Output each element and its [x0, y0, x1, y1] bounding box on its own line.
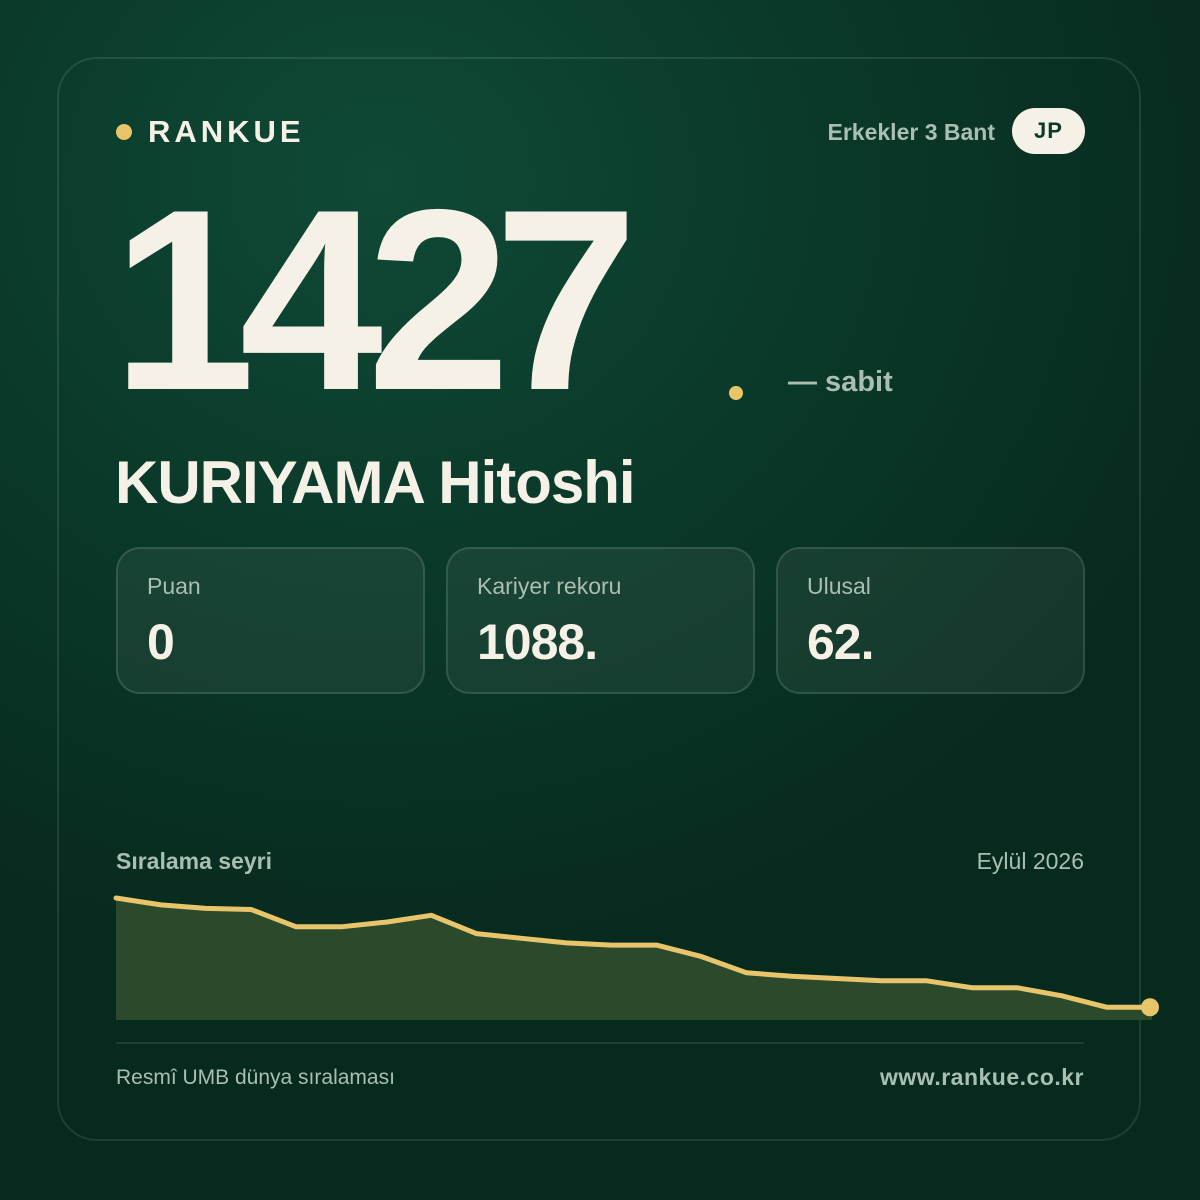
rank-number: 1427 [112, 155, 638, 444]
stat-label: Ulusal [807, 573, 871, 599]
stat-value: 0 [147, 614, 175, 670]
country-badge: JP [1012, 108, 1085, 154]
category-label: Erkekler 3 Bant [827, 119, 995, 145]
stat-label: Puan [147, 573, 201, 599]
brand-name: RANKUE [148, 114, 305, 149]
brand: RANKUE [116, 112, 305, 152]
stat-value: 1088. [477, 614, 598, 670]
footer-website[interactable]: www.rankue.co.kr [880, 1064, 1084, 1091]
trend-endpoint-marker [1141, 998, 1159, 1017]
trend-date: Eylül 2026 [976, 848, 1084, 874]
brand-dot-icon [116, 124, 132, 140]
rank-dot-icon [729, 386, 743, 400]
stat-box-career-record: Kariyer rekoru 1088. [446, 547, 755, 694]
stat-value: 62. [807, 614, 875, 670]
trend-title: Sıralama seyri [116, 848, 273, 874]
stat-box-national: Ulusal 62. [776, 547, 1085, 694]
footer-divider [116, 1042, 1084, 1044]
stat-box-points: Puan 0 [116, 547, 425, 694]
footer-source: Resmî UMB dünya sıralaması [116, 1066, 395, 1089]
stat-label: Kariyer rekoru [477, 573, 622, 599]
rank-change: — sabit [788, 366, 893, 398]
player-name: KURIYAMA Hitoshi [115, 449, 636, 516]
